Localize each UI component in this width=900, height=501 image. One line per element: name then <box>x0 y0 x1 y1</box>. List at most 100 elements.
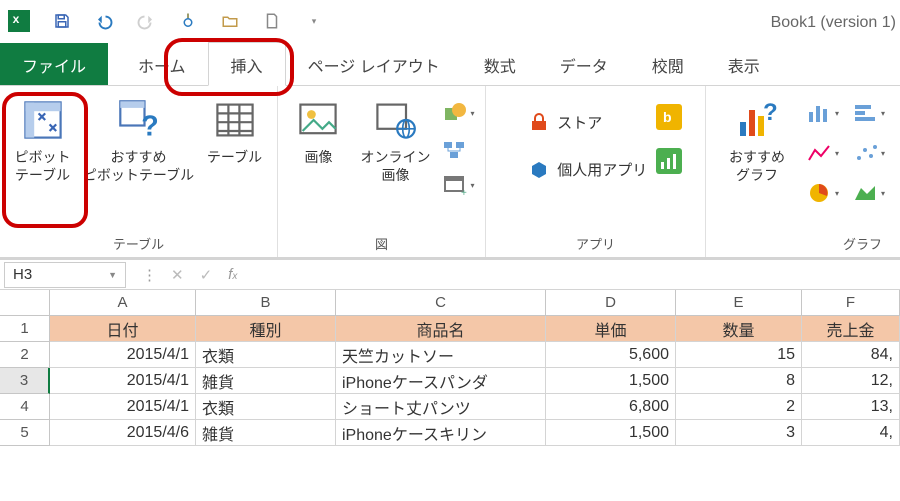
store-icon <box>529 113 549 133</box>
cell-B5[interactable]: 雑貨 <box>196 420 336 446</box>
cell-C4[interactable]: ショート丈パンツ <box>336 394 546 420</box>
cell-B1[interactable]: 種別 <box>196 316 336 342</box>
cell-C2[interactable]: 天竺カットソー <box>336 342 546 368</box>
cell-A5[interactable]: 2015/4/6 <box>50 420 196 446</box>
smartart-button[interactable] <box>442 136 474 162</box>
cell-F2[interactable]: 84, <box>802 342 900 368</box>
new-icon[interactable] <box>262 11 282 31</box>
col-header-A[interactable]: A <box>50 290 196 316</box>
cell-B4[interactable]: 衣類 <box>196 394 336 420</box>
cell-C5[interactable]: iPhoneケースキリン <box>336 420 546 446</box>
cancel-icon[interactable]: ✕ <box>171 266 184 284</box>
row-header-3[interactable]: 3 <box>0 368 50 394</box>
cell-A4[interactable]: 2015/4/1 <box>50 394 196 420</box>
cell-A3[interactable]: 2015/4/1 <box>50 368 196 394</box>
cell-F3[interactable]: 12, <box>802 368 900 394</box>
people-graph-button[interactable] <box>656 148 682 174</box>
online-picture-button[interactable]: オンライン 画像 <box>356 96 434 184</box>
tab-review[interactable]: 校閲 <box>630 43 706 85</box>
shapes-button[interactable]: ▾ <box>442 100 474 126</box>
cell-D1[interactable]: 単価 <box>546 316 676 342</box>
recommended-pivot-button[interactable]: ? おすすめ ピボットテーブル <box>89 96 189 184</box>
col-header-B[interactable]: B <box>196 290 336 316</box>
row-header-4[interactable]: 4 <box>0 394 50 420</box>
store-button[interactable]: ストア <box>523 108 608 137</box>
open-icon[interactable] <box>220 11 240 31</box>
cell-F5[interactable]: 4, <box>802 420 900 446</box>
touch-mode-icon[interactable] <box>178 11 198 31</box>
row-header-1[interactable]: 1 <box>0 316 50 342</box>
tab-view[interactable]: 表示 <box>706 43 782 85</box>
cell-B3[interactable]: 雑貨 <box>196 368 336 394</box>
cell-F4[interactable]: 13, <box>802 394 900 420</box>
excel-app-icon <box>8 10 30 32</box>
table-label: テーブル <box>207 148 262 166</box>
row-header-2[interactable]: 2 <box>0 342 50 368</box>
cell-A2[interactable]: 2015/4/1 <box>50 342 196 368</box>
cell-A1[interactable]: 日付 <box>50 316 196 342</box>
online-picture-icon <box>373 98 417 142</box>
group-charts-label: グラフ <box>843 234 882 255</box>
cell-D3[interactable]: 1,500 <box>546 368 676 394</box>
group-illust-label: 図 <box>375 234 388 255</box>
worksheet-grid[interactable]: A B C D E F 1 日付 種別 商品名 単価 数量 売上金 2 2015… <box>0 290 900 446</box>
formula-bar: H3 ▼ ⋮ ✕ ✓ fx <box>0 260 900 290</box>
cell-E1[interactable]: 数量 <box>676 316 802 342</box>
group-tables: ピボット テーブル ? おすすめ ピボットテーブル テーブル テーブル <box>0 86 278 257</box>
online-picture-label: オンライン 画像 <box>360 148 430 184</box>
picture-label: 画像 <box>304 148 332 166</box>
column-chart-button[interactable]: ▾ <box>804 96 842 130</box>
group-illustrations: 画像 オンライン 画像 ▾ +▾ 図 <box>278 86 486 257</box>
tab-layout[interactable]: ページ レイアウト <box>286 43 462 85</box>
screenshot-button[interactable]: +▾ <box>442 172 474 198</box>
recommended-charts-button[interactable]: ? おすすめ グラフ <box>718 96 796 184</box>
undo-icon[interactable] <box>94 11 114 31</box>
chart-types: ▾ ▾ ▾ ▾ ▾ ▾ <box>804 96 888 210</box>
picture-button[interactable]: 画像 <box>288 96 348 166</box>
enter-icon[interactable]: ✓ <box>200 266 213 284</box>
cell-D5[interactable]: 1,500 <box>546 420 676 446</box>
pie-chart-button[interactable]: ▾ <box>804 176 842 210</box>
cell-E5[interactable]: 3 <box>676 420 802 446</box>
col-header-C[interactable]: C <box>336 290 546 316</box>
svg-text:?: ? <box>763 99 778 126</box>
cell-F1[interactable]: 売上金 <box>802 316 900 342</box>
tab-home[interactable]: ホーム <box>116 43 208 85</box>
bar-chart-button[interactable]: ▾ <box>850 96 888 130</box>
cell-D2[interactable]: 5,600 <box>546 342 676 368</box>
redo-icon[interactable] <box>136 11 156 31</box>
select-all-corner[interactable] <box>0 290 50 316</box>
cell-C1[interactable]: 商品名 <box>336 316 546 342</box>
cell-D4[interactable]: 6,800 <box>546 394 676 420</box>
pivot-table-button[interactable]: ピボット テーブル <box>5 96 81 184</box>
row-header-5[interactable]: 5 <box>0 420 50 446</box>
tab-insert[interactable]: 挿入 <box>208 42 286 86</box>
cell-C3[interactable]: iPhoneケースパンダ <box>336 368 546 394</box>
myapps-button[interactable]: 個人用アプリ ▾ <box>523 155 668 184</box>
cell-B2[interactable]: 衣類 <box>196 342 336 368</box>
col-header-D[interactable]: D <box>546 290 676 316</box>
fx-icon[interactable]: fx <box>228 266 237 283</box>
col-header-E[interactable]: E <box>676 290 802 316</box>
name-box[interactable]: H3 ▼ <box>4 262 126 288</box>
recommended-pivot-label: おすすめ ピボットテーブル <box>83 148 194 184</box>
save-icon[interactable] <box>52 11 72 31</box>
cell-E3[interactable]: 8 <box>676 368 802 394</box>
area-chart-button[interactable]: ▾ <box>850 176 888 210</box>
qat-more-icon[interactable]: ▾ <box>304 11 324 31</box>
formula-input[interactable] <box>253 263 900 287</box>
table-button[interactable]: テーブル <box>197 96 273 166</box>
cell-E2[interactable]: 15 <box>676 342 802 368</box>
col-header-F[interactable]: F <box>802 290 900 316</box>
tab-formulas[interactable]: 数式 <box>462 43 538 85</box>
line-chart-button[interactable]: ▾ <box>804 136 842 170</box>
cell-E4[interactable]: 2 <box>676 394 802 420</box>
bing-maps-button[interactable]: b <box>656 104 682 130</box>
tab-file[interactable]: ファイル <box>0 43 108 85</box>
group-apps: ストア 個人用アプリ ▾ アプリ b <box>486 86 706 257</box>
tab-data[interactable]: データ <box>538 43 630 85</box>
svg-text:b: b <box>663 109 672 125</box>
ribbon-tabs: ファイル ホーム 挿入 ページ レイアウト 数式 データ 校閲 表示 <box>0 42 900 86</box>
scatter-chart-button[interactable]: ▾ <box>850 136 888 170</box>
quick-access-toolbar: ▾ <box>8 10 324 32</box>
